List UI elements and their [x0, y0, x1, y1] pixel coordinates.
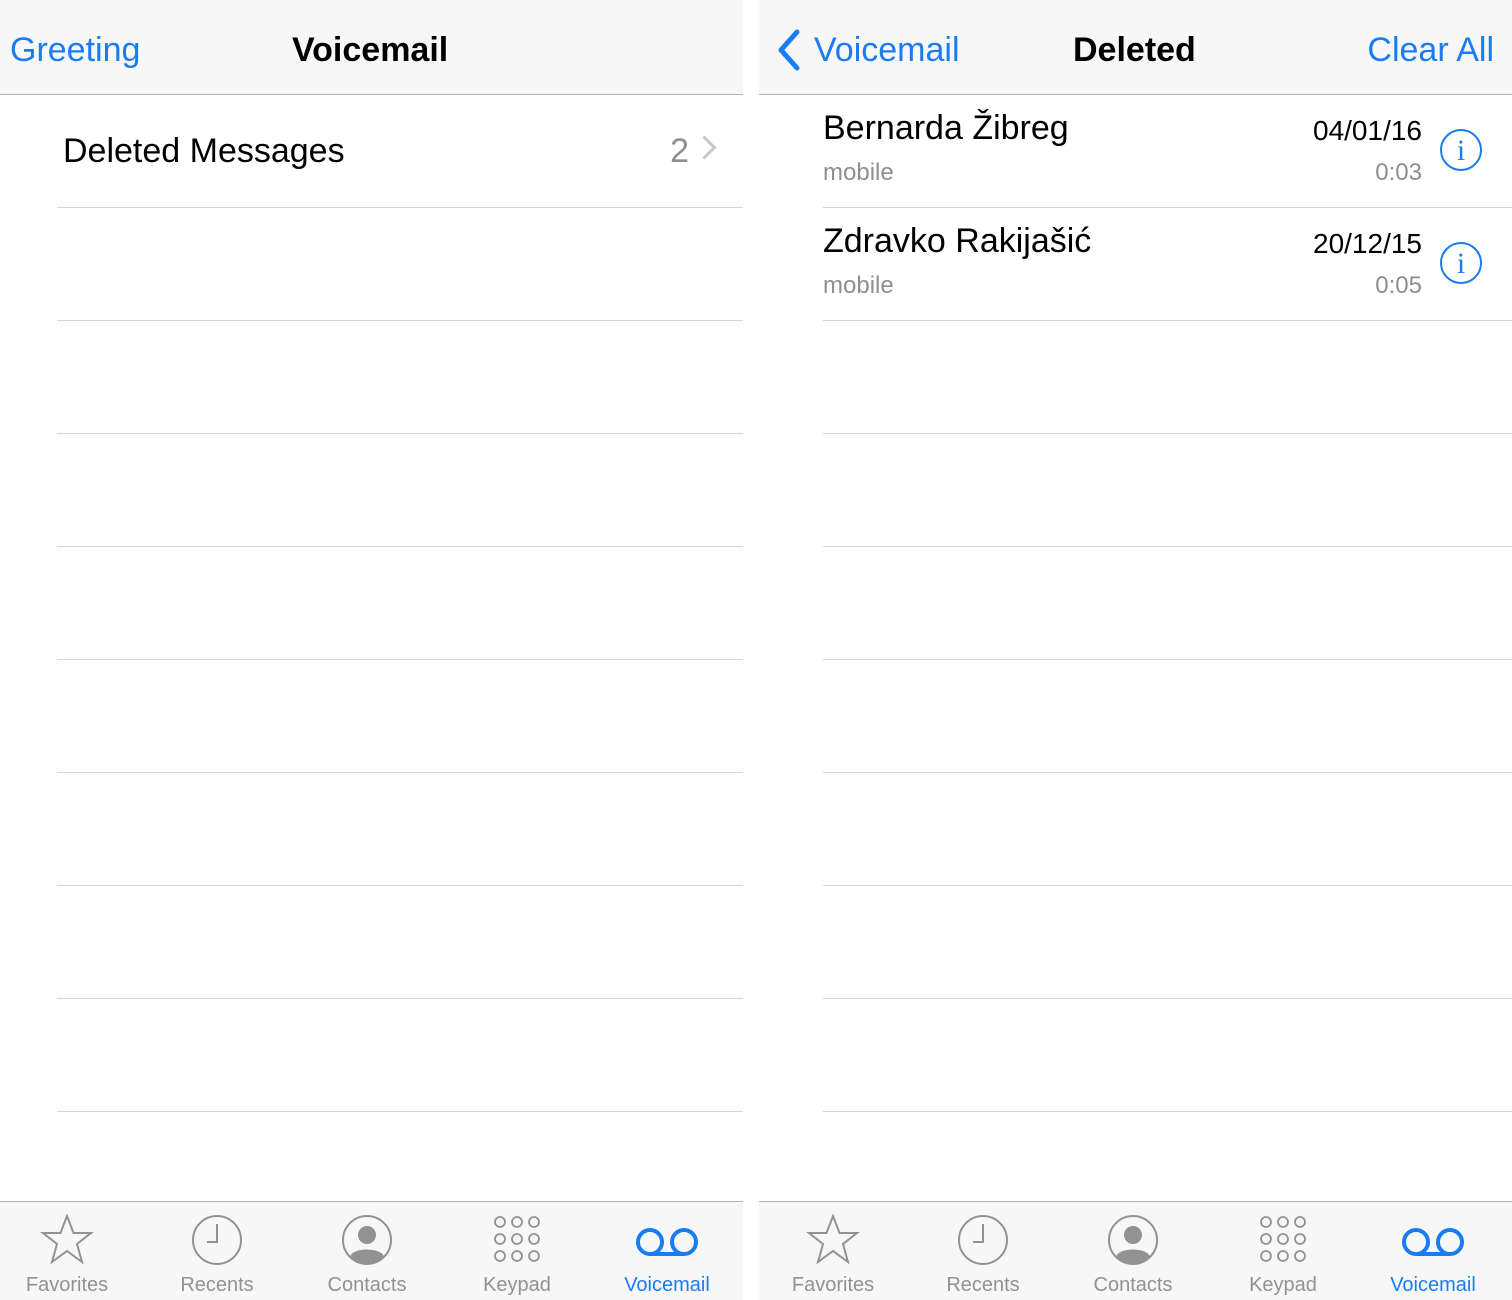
chevron-right-icon	[692, 135, 717, 160]
empty-row	[57, 886, 743, 999]
person-icon	[342, 1215, 392, 1265]
tab-bar: Favorites Recents Contacts Keypad Voicem…	[759, 1201, 1512, 1300]
voicemail-date: 04/01/16	[1313, 115, 1422, 146]
nav-title: Voicemail	[292, 31, 449, 69]
voicemail-list: Deleted Messages 2	[0, 95, 743, 1225]
empty-row	[823, 886, 1512, 999]
keypad-icon	[1260, 1216, 1306, 1262]
tab-label: Contacts	[327, 1274, 407, 1296]
deleted-messages-label: Deleted Messages	[63, 132, 345, 170]
tab-label: Voicemail	[624, 1274, 710, 1296]
deleted-list: Bernarda Žibreg mobile 04/01/16 0:03 i Z…	[759, 95, 1512, 1225]
tab-recents[interactable]: Recents	[908, 1202, 1058, 1300]
voicemail-icon	[1402, 1228, 1464, 1256]
tab-contacts[interactable]: Contacts	[1058, 1202, 1208, 1300]
tab-keypad[interactable]: Keypad	[1208, 1202, 1358, 1300]
person-icon	[1108, 1215, 1158, 1265]
voicemail-row[interactable]: Zdravko Rakijašić mobile 20/12/15 0:05 i	[823, 208, 1512, 321]
star-icon	[806, 1213, 860, 1265]
deleted-screen: Voicemail Deleted Clear All Bernarda Žib…	[759, 0, 1512, 1300]
empty-row	[823, 321, 1512, 434]
caller-type: mobile	[823, 159, 894, 186]
voicemail-duration: 0:03	[1375, 159, 1422, 186]
nav-bar: Voicemail Deleted Clear All	[759, 0, 1512, 95]
deleted-count: 2	[670, 132, 689, 170]
back-button-label: Voicemail	[814, 31, 960, 69]
caller-type: mobile	[823, 272, 894, 299]
clear-all-button[interactable]: Clear All	[1367, 0, 1494, 94]
deleted-messages-row[interactable]: Deleted Messages 2	[57, 95, 743, 208]
tab-label: Contacts	[1093, 1274, 1173, 1296]
empty-row	[57, 773, 743, 886]
tab-voicemail[interactable]: Voicemail	[592, 1202, 742, 1300]
tab-label: Voicemail	[1390, 1274, 1476, 1296]
clock-icon	[958, 1215, 1008, 1265]
tab-label: Recents	[180, 1274, 254, 1296]
empty-row	[57, 660, 743, 773]
empty-row	[57, 208, 743, 321]
tab-bar: Favorites Recents Contacts Keypad Voicem…	[0, 1201, 743, 1300]
voicemail-row[interactable]: Bernarda Žibreg mobile 04/01/16 0:03 i	[823, 95, 1512, 208]
empty-row	[823, 773, 1512, 886]
tab-recents[interactable]: Recents	[142, 1202, 292, 1300]
caller-name: Bernarda Žibreg	[823, 109, 1069, 147]
tab-voicemail[interactable]: Voicemail	[1358, 1202, 1508, 1300]
tab-label: Keypad	[1249, 1274, 1317, 1296]
tab-contacts[interactable]: Contacts	[292, 1202, 442, 1300]
chevron-left-icon	[778, 29, 800, 71]
screen-gap	[743, 0, 759, 1300]
clock-icon	[192, 1215, 242, 1265]
empty-row	[57, 999, 743, 1112]
tab-favorites[interactable]: Favorites	[0, 1202, 142, 1300]
empty-row	[823, 547, 1512, 660]
tab-label: Favorites	[25, 1274, 109, 1296]
empty-row	[823, 434, 1512, 547]
info-icon[interactable]: i	[1440, 129, 1482, 171]
star-icon	[40, 1213, 94, 1265]
empty-row	[57, 321, 743, 434]
voicemail-screen: Greeting Voicemail Deleted Messages 2 Fa…	[0, 0, 743, 1300]
tab-keypad[interactable]: Keypad	[442, 1202, 592, 1300]
nav-bar: Greeting Voicemail	[0, 0, 743, 95]
tab-label: Recents	[946, 1274, 1020, 1296]
empty-row	[823, 660, 1512, 773]
empty-row	[57, 547, 743, 660]
voicemail-date: 20/12/15	[1313, 228, 1422, 259]
empty-row	[823, 999, 1512, 1112]
nav-title: Deleted	[1073, 31, 1196, 69]
caller-name: Zdravko Rakijašić	[823, 222, 1092, 260]
tab-favorites[interactable]: Favorites	[759, 1202, 908, 1300]
tab-label: Keypad	[483, 1274, 551, 1296]
voicemail-duration: 0:05	[1375, 272, 1422, 299]
greeting-button[interactable]: Greeting	[10, 0, 140, 94]
voicemail-icon	[636, 1228, 698, 1256]
tab-label: Favorites	[791, 1274, 875, 1296]
empty-row	[57, 434, 743, 547]
keypad-icon	[494, 1216, 540, 1262]
info-icon[interactable]: i	[1440, 242, 1482, 284]
